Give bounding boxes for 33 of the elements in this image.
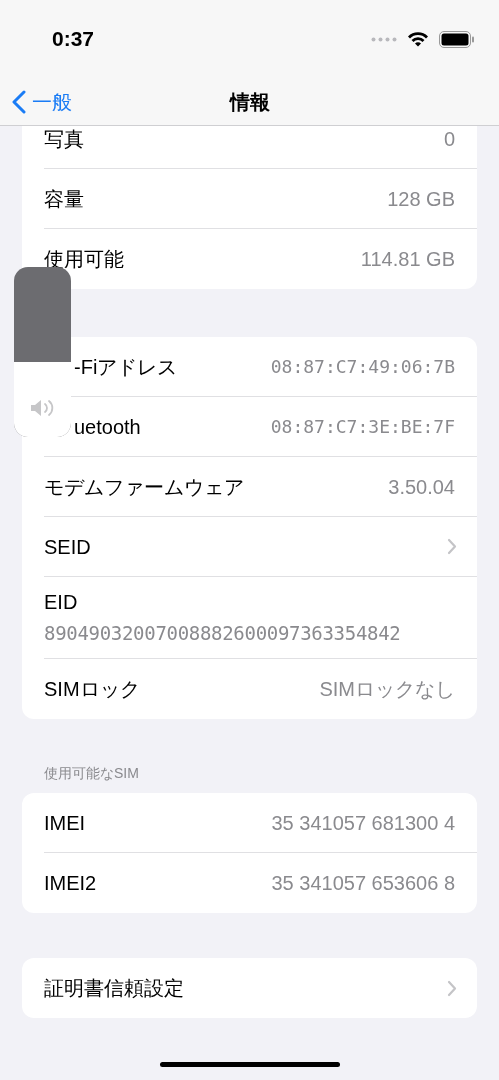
chevron-right-icon — [447, 538, 457, 555]
row-value: 35 341057 653606 8 — [271, 871, 455, 896]
row-value: 89049032007008882600097363354842 — [44, 621, 402, 647]
row-value: 128 GB — [387, 186, 455, 212]
row-value: SIMロックなし — [319, 677, 455, 702]
row-label: 写真 — [44, 126, 84, 152]
row-label: 容量 — [44, 186, 84, 212]
row-value: 35 341057 681300 4 — [271, 810, 455, 836]
row-label: uetooth — [73, 414, 141, 440]
row-label: IMEI — [44, 810, 86, 836]
speaker-icon — [30, 399, 56, 417]
row-label: EID — [44, 590, 79, 616]
battery-icon — [439, 30, 475, 48]
row-value: 08:87:C7:3E:BE:7F — [270, 415, 455, 439]
row-label: 証明書信頼設定 — [44, 976, 184, 1001]
row-value: 0 — [443, 126, 455, 152]
row-label: モデムファームウェア — [44, 474, 244, 500]
row-label: IMEI2 — [44, 871, 97, 896]
nav-title: 情報 — [229, 90, 270, 115]
row-value: 114.81 GB — [360, 247, 455, 272]
row-label: -Fiアドレス — [73, 354, 178, 380]
row-label: SIMロック — [44, 677, 140, 702]
row-value: 08:87:C7:49:06:7B — [270, 355, 455, 379]
signal-icon — [371, 36, 397, 42]
volume-slider[interactable] — [14, 267, 71, 437]
row-label: SEID — [44, 534, 91, 560]
back-button[interactable]: 一般 — [0, 87, 72, 117]
wifi-icon — [407, 31, 429, 47]
row-value: 3.50.04 — [388, 474, 455, 500]
chevron-left-icon — [12, 90, 26, 114]
section-header: 使用可能なSIM — [43, 764, 140, 783]
chevron-right-icon — [447, 979, 457, 997]
status-time: 0:37 — [52, 26, 95, 53]
